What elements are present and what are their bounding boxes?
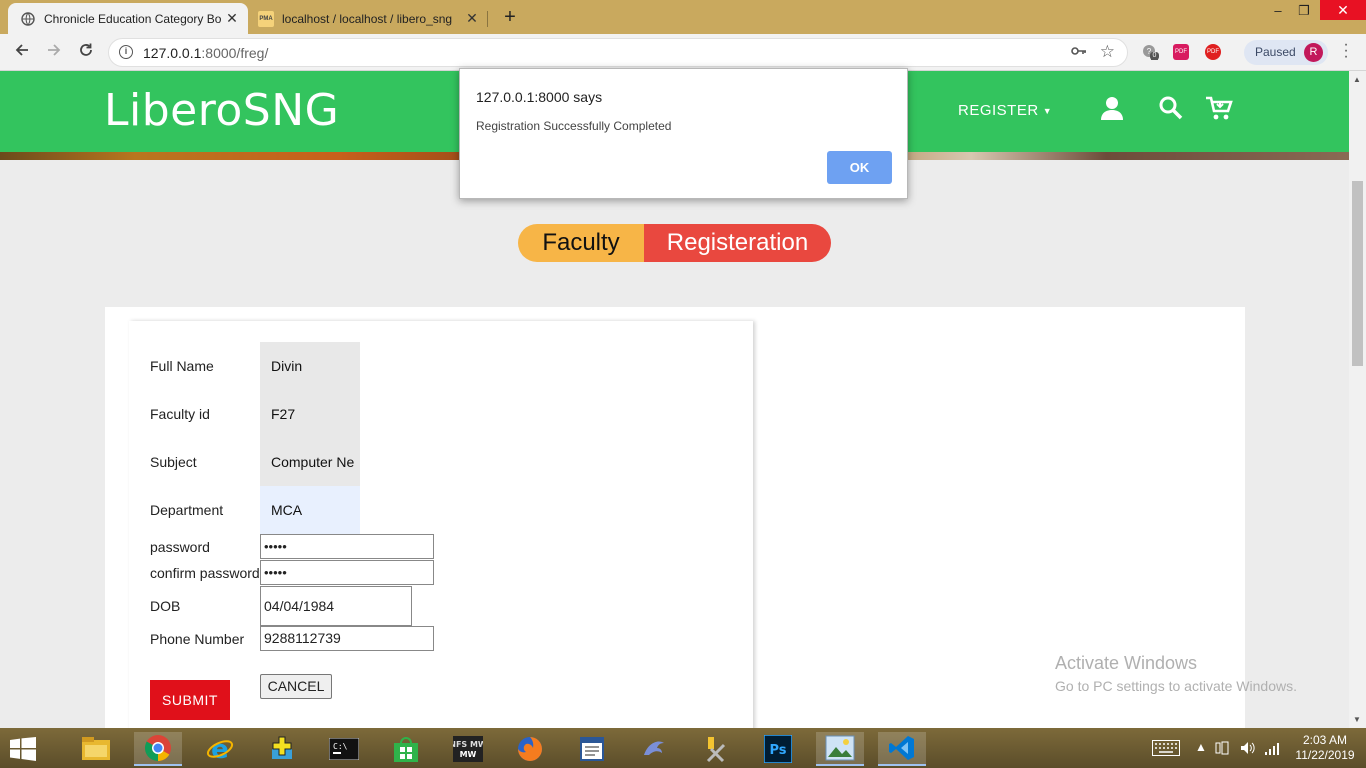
browser-toolbar: i 127.0.0.1:8000/freg/ ☆ ? 0 PDF PDF Pau…	[0, 34, 1366, 71]
cancel-button[interactable]: CANCEL	[260, 674, 332, 699]
tab-phpmyadmin[interactable]: PMA localhost / localhost / libero_sng ✕	[250, 3, 488, 34]
extension-badge: 0	[1150, 52, 1159, 60]
photo-viewer-icon[interactable]	[816, 732, 864, 766]
tab-title: Chronicle Education Category Bo	[44, 11, 222, 26]
maximize-button[interactable]: ❐	[1289, 0, 1319, 24]
nfs-mw-icon[interactable]: NFS MWMW	[444, 732, 492, 766]
power-icon[interactable]	[1214, 740, 1230, 759]
registration-form-card	[129, 321, 753, 728]
page-title: Faculty Registeration	[518, 224, 831, 262]
dialog-origin: 127.0.0.1:8000 says	[476, 89, 603, 105]
phpmyadmin-icon: PMA	[258, 10, 274, 27]
password-field[interactable]: •••••	[260, 534, 434, 559]
profile-button[interactable]: Paused R	[1244, 40, 1328, 65]
password-label: password	[150, 539, 210, 555]
caret-down-icon: ▼	[1042, 106, 1053, 117]
clock-date: 11/22/2019	[1295, 748, 1355, 762]
page-scrollbar[interactable]: ▲ ▼	[1349, 71, 1366, 728]
tab-title: localhost / localhost / libero_sng	[282, 11, 453, 26]
dob-field[interactable]: 04/04/1984	[260, 586, 412, 626]
scroll-up-arrow-icon[interactable]: ▲	[1353, 75, 1361, 84]
installer-icon[interactable]	[258, 732, 306, 766]
submit-button[interactable]: SUBMIT	[150, 680, 230, 720]
forward-arrow-icon[interactable]	[42, 41, 66, 65]
avatar: R	[1304, 43, 1323, 62]
dolphin-icon[interactable]	[630, 732, 678, 766]
dialog-message: Registration Successfully Completed	[476, 119, 672, 133]
alert-dialog: 127.0.0.1:8000 says Registration Success…	[459, 68, 908, 199]
pdf-extension-icon[interactable]: PDF	[1173, 44, 1189, 60]
svg-text:MW: MW	[460, 750, 477, 759]
phone-number-field[interactable]: 9288112739	[260, 626, 434, 651]
system-clock[interactable]: 2:03 AM 11/22/2019	[1294, 733, 1356, 763]
department-field[interactable]: MCA	[260, 486, 360, 534]
user-icon[interactable]	[1099, 95, 1125, 121]
command-prompt-icon[interactable]: C:\	[320, 732, 368, 766]
subject-field[interactable]: Computer Ne	[260, 438, 360, 486]
menu-kebab-icon[interactable]: · · ·	[1340, 37, 1352, 65]
internet-explorer-icon[interactable]: e	[196, 732, 244, 766]
page-title-right: Registeration	[644, 224, 831, 262]
tools-icon[interactable]	[692, 732, 740, 766]
faculty-id-field[interactable]: F27	[260, 390, 360, 438]
network-icon[interactable]	[1264, 740, 1280, 759]
windows-taskbar: e C:\ NFS MWMW Ps ▲ 2:03	[0, 728, 1366, 768]
site-logo[interactable]: LiberoSNG	[104, 85, 339, 136]
nav-register-dropdown[interactable]: REGISTER ▼	[958, 102, 1052, 119]
photoshop-icon[interactable]: Ps	[754, 732, 802, 766]
store-icon[interactable]	[382, 732, 430, 766]
svg-text:Ps: Ps	[769, 743, 786, 758]
globe-icon	[20, 11, 36, 27]
page-title-left: Faculty	[518, 224, 644, 262]
watermark-subtitle: Go to PC settings to activate Windows.	[1055, 678, 1297, 694]
full-name-field[interactable]: Divin	[260, 342, 360, 390]
full-name-label: Full Name	[150, 358, 214, 374]
address-bar[interactable]: i 127.0.0.1:8000/freg/ ☆	[108, 38, 1128, 67]
chevron-up-icon[interactable]: ▲	[1195, 740, 1207, 754]
window-close-button[interactable]: ✕	[1320, 0, 1366, 20]
tab-chronicle-education[interactable]: Chronicle Education Category Bo ✕	[8, 3, 248, 34]
site-info-icon[interactable]: i	[119, 45, 133, 59]
confirm-password-field[interactable]: •••••	[260, 560, 434, 585]
search-icon[interactable]	[1158, 95, 1184, 121]
browser-tab-strip: Chronicle Education Category Bo ✕ PMA lo…	[0, 0, 1366, 34]
faculty-id-label: Faculty id	[150, 406, 210, 422]
confirm-password-label: confirm password	[150, 565, 260, 581]
reload-icon[interactable]	[74, 41, 98, 65]
pdf-extension-icon[interactable]: PDF	[1205, 44, 1221, 60]
windows-start-icon[interactable]	[10, 737, 38, 761]
url-text: 127.0.0.1:8000/freg/	[143, 45, 269, 61]
notepad-icon[interactable]	[568, 732, 616, 766]
subject-label: Subject	[150, 454, 197, 470]
scroll-down-arrow-icon[interactable]: ▼	[1353, 715, 1361, 724]
bookmark-star-icon[interactable]: ☆	[1100, 42, 1115, 62]
close-tab-icon[interactable]: ✕	[224, 10, 240, 27]
phone-number-label: Phone Number	[150, 631, 245, 647]
scrollbar-thumb[interactable]	[1352, 181, 1363, 366]
ok-button[interactable]: OK	[827, 151, 892, 184]
cart-icon[interactable]	[1205, 95, 1233, 121]
svg-text:NFS MW: NFS MW	[453, 740, 483, 749]
volume-icon[interactable]	[1240, 740, 1256, 759]
close-tab-icon[interactable]: ✕	[464, 10, 480, 27]
department-label: Department	[150, 502, 224, 518]
vscode-icon[interactable]	[878, 732, 926, 766]
clock-time: 2:03 AM	[1302, 733, 1348, 747]
firefox-icon[interactable]	[506, 732, 554, 766]
new-tab-button[interactable]: +	[498, 6, 522, 29]
dob-label: DOB	[150, 598, 181, 614]
file-explorer-icon[interactable]	[72, 732, 120, 766]
tab-separator	[487, 11, 488, 27]
keyboard-icon[interactable]	[1152, 740, 1180, 759]
key-icon[interactable]	[1071, 45, 1087, 60]
profile-status: Paused	[1255, 45, 1296, 59]
activate-windows-watermark: Activate Windows Go to PC settings to ac…	[1055, 653, 1297, 694]
svg-text:C:\: C:\	[333, 742, 348, 751]
back-arrow-icon[interactable]	[10, 41, 34, 65]
svg-text:e: e	[211, 735, 229, 763]
nav-register-label: REGISTER	[958, 102, 1039, 119]
chrome-icon[interactable]	[134, 732, 182, 766]
watermark-title: Activate Windows	[1055, 653, 1198, 673]
